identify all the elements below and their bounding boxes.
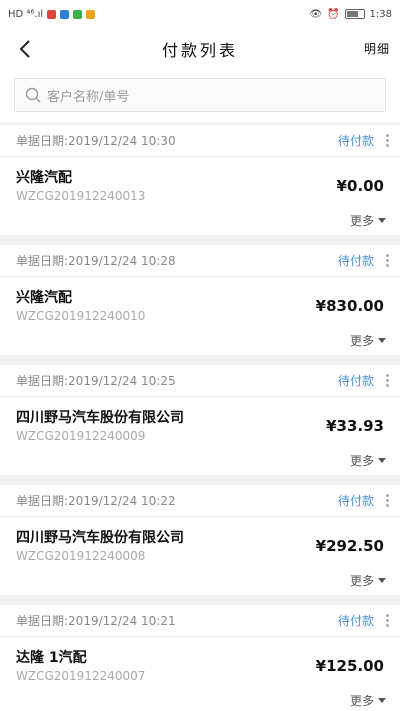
chevron-down-icon xyxy=(378,218,386,223)
status-badge: 待付款 xyxy=(337,374,374,388)
back-arrow-icon xyxy=(19,40,30,58)
order-card-header: 单据日期:2019/12/24 10:30 待付款 xyxy=(0,125,400,157)
status-bar: HD ⁴⁶.ıl 👁 ⏰ 1:38 xyxy=(0,0,400,28)
order-amount: ¥830.00 xyxy=(315,297,384,315)
chevron-down-icon xyxy=(378,698,386,703)
order-number: WZCG201912240013 xyxy=(16,189,146,203)
status-badge: 待付款 xyxy=(337,254,374,268)
app-notification-icon xyxy=(86,9,96,19)
status-time: 1:38 xyxy=(369,8,392,20)
status-bar-right: 👁 ⏰ 1:38 xyxy=(309,9,392,20)
status-badge: 待付款 xyxy=(337,494,374,508)
order-date: 单据日期:2019/12/24 10:30 xyxy=(16,134,176,148)
order-card[interactable]: 单据日期:2019/12/24 10:22 待付款 四川野马汽车股份有限公司 W… xyxy=(0,485,400,595)
more-label: 更多 xyxy=(349,574,374,588)
more-label: 更多 xyxy=(349,694,374,708)
order-card-header: 单据日期:2019/12/24 10:28 待付款 xyxy=(0,245,400,277)
company-name: 兴隆汽配 xyxy=(16,290,72,306)
order-card-body: 四川野马汽车股份有限公司 WZCG201912240008 ¥292.50 更多 xyxy=(0,517,400,595)
chevron-down-icon xyxy=(378,578,386,583)
more-button[interactable]: 更多 xyxy=(350,692,386,709)
order-card[interactable]: 单据日期:2019/12/24 10:21 待付款 达隆 1汽配 WZCG201… xyxy=(0,605,400,711)
company-name: 达隆 1汽配 xyxy=(16,650,87,666)
order-date: 单据日期:2019/12/24 10:28 xyxy=(16,254,176,268)
signal-icon: HD ⁴⁶.ıl xyxy=(8,8,44,20)
search-input[interactable]: 客户名称/单号 xyxy=(14,78,386,112)
order-amount: ¥0.00 xyxy=(336,177,384,195)
app-notification-icon xyxy=(60,9,70,19)
order-card[interactable]: 单据日期:2019/12/24 10:25 待付款 四川野马汽车股份有限公司 W… xyxy=(0,365,400,475)
more-options-icon[interactable] xyxy=(384,134,390,147)
more-button[interactable]: 更多 xyxy=(350,452,386,469)
more-options-icon[interactable] xyxy=(384,254,390,267)
order-card-header: 单据日期:2019/12/24 10:21 待付款 xyxy=(0,605,400,637)
order-number: WZCG201912240009 xyxy=(16,429,146,443)
order-amount: ¥33.93 xyxy=(326,417,384,435)
search-placeholder: 客户名称/单号 xyxy=(47,89,130,105)
order-card[interactable]: 单据日期:2019/12/24 10:28 待付款 兴隆汽配 WZCG20191… xyxy=(0,245,400,355)
order-card-body: 达隆 1汽配 WZCG201912240007 ¥125.00 更多 xyxy=(0,637,400,711)
order-date: 单据日期:2019/12/24 10:22 xyxy=(16,494,176,508)
more-label: 更多 xyxy=(349,214,374,228)
search-icon xyxy=(25,87,41,103)
app-notification-icon xyxy=(73,9,83,19)
order-number: WZCG201912240008 xyxy=(16,549,146,563)
nav-bar: 付款列表 明细 xyxy=(0,28,400,70)
chevron-down-icon xyxy=(378,338,386,343)
more-label: 更多 xyxy=(349,334,374,348)
chevron-down-icon xyxy=(378,458,386,463)
more-options-icon[interactable] xyxy=(384,494,390,507)
more-button[interactable]: 更多 xyxy=(350,572,386,589)
alarm-icon: ⏰ xyxy=(327,8,340,20)
order-card-header: 单据日期:2019/12/24 10:22 待付款 xyxy=(0,485,400,517)
app-notification-icon xyxy=(47,9,57,19)
status-badge: 待付款 xyxy=(337,614,374,628)
status-bar-left: HD ⁴⁶.ıl xyxy=(8,8,96,20)
more-button[interactable]: 更多 xyxy=(350,212,386,229)
order-card-body: 四川野马汽车股份有限公司 WZCG201912240009 ¥33.93 更多 xyxy=(0,397,400,475)
status-badge: 待付款 xyxy=(337,134,374,148)
order-number: WZCG201912240010 xyxy=(16,309,146,323)
order-amount: ¥125.00 xyxy=(315,657,384,675)
company-name: 四川野马汽车股份有限公司 xyxy=(16,410,184,426)
page-title: 付款列表 xyxy=(161,41,238,60)
more-options-icon[interactable] xyxy=(384,374,390,387)
payment-list: 单据日期:2019/12/24 10:30 待付款 兴隆汽配 WZCG20191… xyxy=(0,125,400,711)
order-card-header: 单据日期:2019/12/24 10:25 待付款 xyxy=(0,365,400,397)
more-button[interactable]: 更多 xyxy=(350,332,386,349)
more-options-icon[interactable] xyxy=(384,614,390,627)
back-button[interactable] xyxy=(12,36,38,62)
order-date: 单据日期:2019/12/24 10:21 xyxy=(16,614,176,628)
more-label: 更多 xyxy=(349,454,374,468)
order-card[interactable]: 单据日期:2019/12/24 10:30 待付款 兴隆汽配 WZCG20191… xyxy=(0,125,400,235)
search-bar: 客户名称/单号 xyxy=(0,70,400,122)
company-name: 兴隆汽配 xyxy=(16,170,72,186)
order-date: 单据日期:2019/12/24 10:25 xyxy=(16,374,176,388)
company-name: 四川野马汽车股份有限公司 xyxy=(16,530,184,546)
eye-icon: 👁 xyxy=(309,8,323,20)
order-card-body: 兴隆汽配 WZCG201912240013 ¥0.00 更多 xyxy=(0,157,400,235)
detail-button[interactable]: 明细 xyxy=(364,40,390,57)
battery-icon xyxy=(344,9,365,19)
order-card-body: 兴隆汽配 WZCG201912240010 ¥830.00 更多 xyxy=(0,277,400,355)
order-number: WZCG201912240007 xyxy=(16,669,146,683)
order-amount: ¥292.50 xyxy=(315,537,384,555)
